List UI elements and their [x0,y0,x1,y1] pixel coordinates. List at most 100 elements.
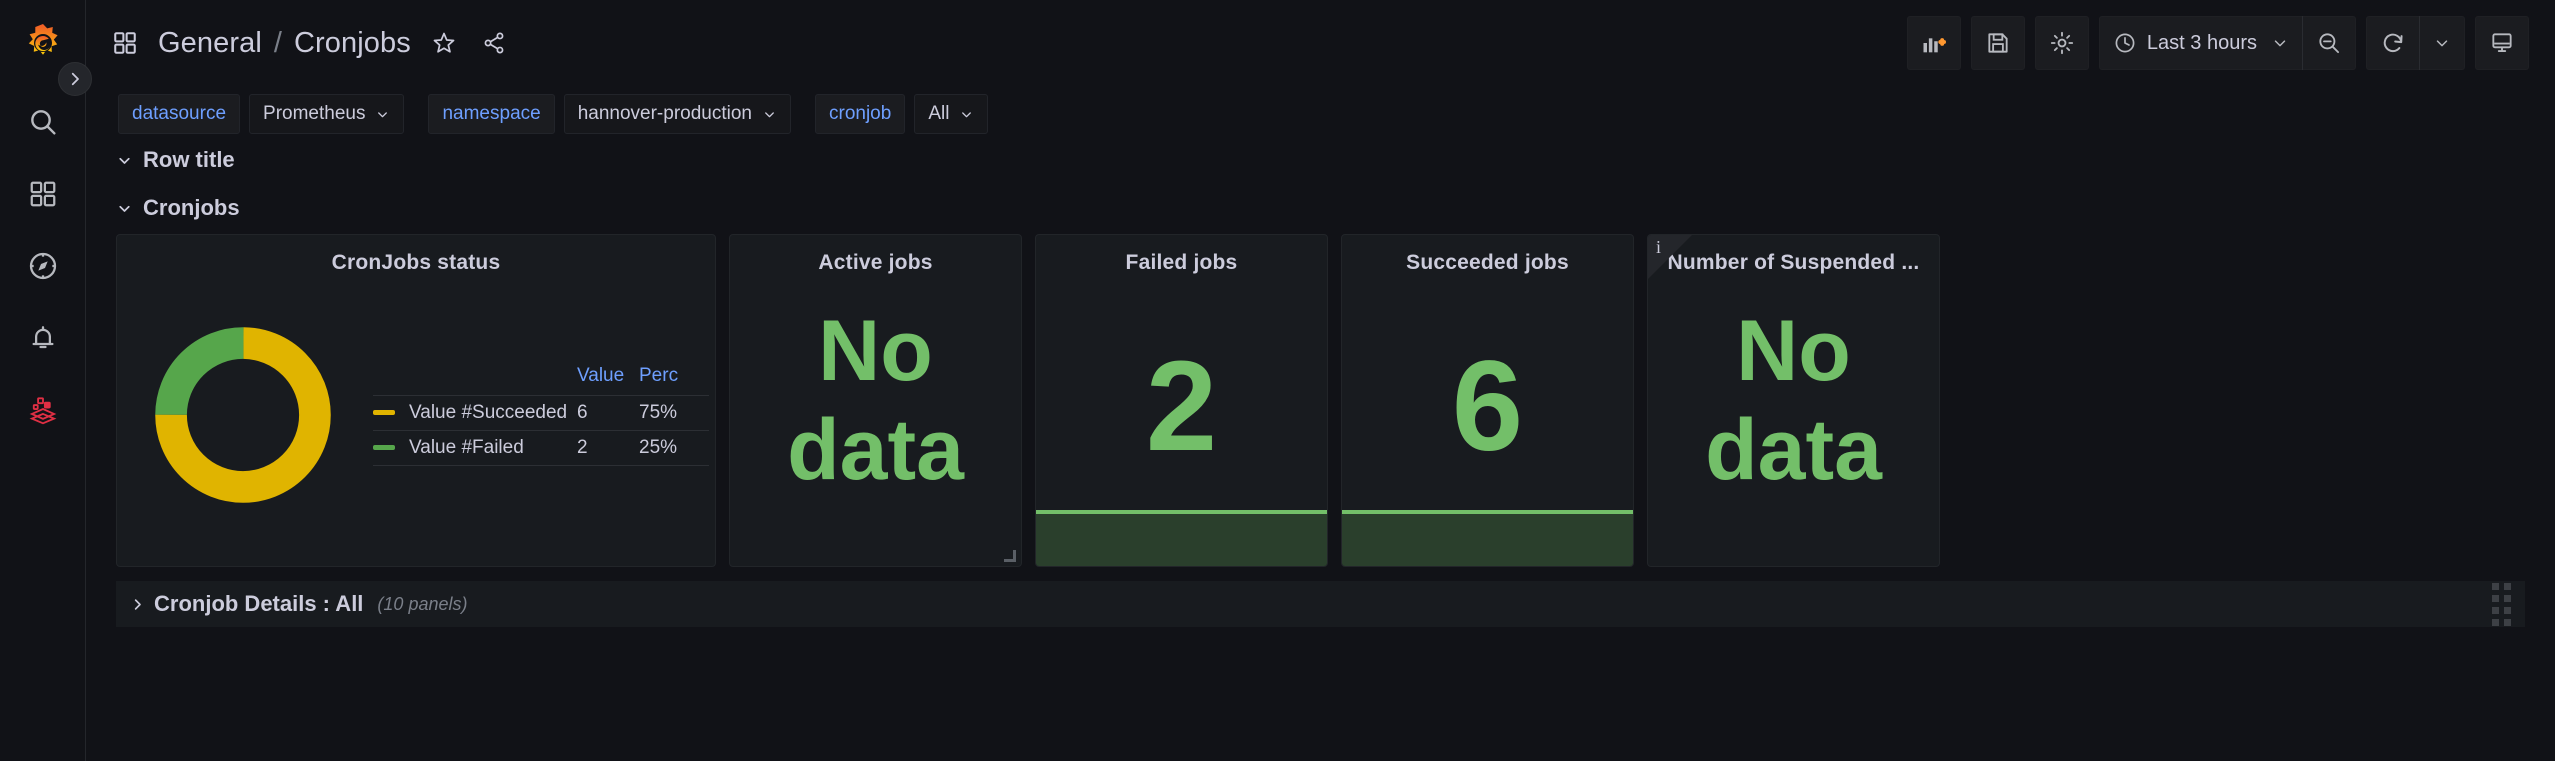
row-title-text: Cronjobs [143,195,240,220]
chevron-down-icon [119,205,130,212]
chevron-down-icon [119,157,130,164]
row-header-cronjobs[interactable]: Cronjobs [104,190,2537,226]
time-picker-button[interactable]: Last 3 hours [2100,16,2302,70]
chevron-right-icon [134,598,141,610]
legend-series-value: 2 [577,436,588,458]
legend-row[interactable]: Value #Succeeded 6 75% [373,396,709,431]
save-floppy-icon [1988,33,2008,53]
variable-cronjob-label: cronjob [815,94,906,134]
panel-title: Failed jobs [1125,251,1238,274]
sidebar-item-search[interactable] [0,86,86,158]
chevron-down-icon [378,111,388,117]
info-i-icon: i [1656,237,1662,257]
time-range-group: Last 3 hours [2098,16,2356,70]
row-header-row-title[interactable]: Row title [104,142,2537,178]
share-nodes-icon [484,32,504,54]
panel-title: Succeeded jobs [1406,251,1569,274]
time-range-value: Last 3 hours [2146,31,2257,54]
share-button[interactable] [477,26,511,60]
top-navbar: General / Cronjobs Last 3 hours [86,0,2555,86]
chevron-down-icon [962,111,972,117]
zoom-out-time-button[interactable] [2303,16,2355,70]
panel-no-data-text: No data [787,302,964,498]
sidebar-item-explore[interactable] [0,230,86,302]
legend-series-name: Value #Failed [409,436,524,458]
sidebar-expand-toggle[interactable] [58,62,92,96]
breadcrumb-dashboard[interactable]: Cronjobs [294,27,411,60]
tv-kiosk-icon [2492,33,2512,52]
layers-apps-icon [29,397,56,425]
breadcrumb-separator: / [273,26,282,59]
panel-description-corner[interactable] [1648,235,1692,279]
legend-header-row: Value Perc [373,365,709,396]
donut-slice-failed [155,327,331,503]
legend-series-percent: 75% [639,401,678,423]
panel-active-jobs[interactable]: Active jobs No data [729,234,1022,567]
grafana-logo-icon [28,24,58,55]
panel-row-cronjobs: CronJobs status Value Perc Value #Succee… [104,234,2537,567]
panel-title: Active jobs [818,251,933,274]
panel-succeeded-jobs[interactable]: Succeeded jobs 6 [1341,234,1634,567]
zoom-out-icon [2319,33,2340,54]
panel-resize-handle[interactable] [1004,550,1016,562]
donut-legend-table: Value Perc Value #Succeeded 6 75% Value … [363,365,709,466]
row-header-cronjob-details[interactable]: Cronjob Details : All (10 panels) [116,581,2525,627]
chevron-right-icon [71,72,79,86]
chevron-down-icon [765,111,774,117]
star-button[interactable] [427,26,461,60]
refresh-button[interactable] [2367,16,2419,70]
donut-chart [123,320,363,510]
variable-cronjob-picker[interactable]: All [914,94,989,134]
variable-datasource-value: Prometheus [263,103,366,124]
gear-icon [2050,31,2074,55]
panel-cronjobs-status[interactable]: CronJobs status Value Perc Value #Succee… [116,234,716,567]
refresh-group [2366,16,2465,70]
panel-stat-value: 2 [1145,335,1218,479]
variable-cronjob-value: All [928,103,950,124]
sidebar-item-connections[interactable] [0,374,86,446]
panel-title: CronJobs status [331,251,501,274]
legend-header-value[interactable]: Value [577,365,639,387]
panel-sparkline [1036,510,1327,566]
dashboard-settings-button[interactable] [2034,16,2089,70]
variable-namespace: namespace hannover-production [428,94,791,134]
save-dashboard-button[interactable] [1970,16,2025,70]
legend-series-name: Value #Succeeded [409,401,568,423]
panel-stat-value: 6 [1451,335,1524,479]
legend-series-percent: 25% [639,436,678,458]
refresh-interval-dropdown[interactable] [2420,16,2464,70]
panel-suspended-cronjobs[interactable]: i Number of Suspended ... No data [1647,234,1940,567]
sidebar [0,0,86,761]
variable-datasource-label: datasource [118,94,241,134]
legend-series-value: 6 [577,401,588,423]
dashboard-canvas: Row title Cronjobs CronJobs status Value… [86,142,2555,761]
panel-sparkline [1342,510,1633,566]
add-panel-button[interactable] [1906,16,1961,70]
chevron-down-icon [2436,40,2448,47]
sidebar-item-dashboards[interactable] [0,158,86,230]
legend-color-swatch [373,445,395,450]
breadcrumb-folder[interactable]: General [158,27,262,60]
clock-icon [2115,33,2135,53]
panel-failed-jobs[interactable]: Failed jobs 2 [1035,234,1328,567]
row-panel-count: (10 panels) [377,593,468,614]
donut-chart-body: Value Perc Value #Succeeded 6 75% Value … [117,275,715,555]
kiosk-mode-button[interactable] [2475,16,2529,70]
compass-icon [29,252,56,280]
donut-chart-svg [155,327,331,503]
legend-header-percent[interactable]: Perc [639,365,709,387]
variable-namespace-value: hannover-production [577,103,752,124]
variable-namespace-picker[interactable]: hannover-production [563,94,791,134]
row-title-text: Cronjob Details : All [154,591,364,616]
legend-swatch-spacer [373,365,409,387]
legend-row[interactable]: Value #Failed 2 25% [373,431,709,466]
breadcrumb: General / Cronjobs [108,26,511,60]
variable-datasource-picker[interactable]: Prometheus [249,94,405,134]
search-icon [30,110,56,135]
variable-datasource: datasource Prometheus [118,94,405,134]
dashboard-grid-icon [108,26,142,60]
sidebar-item-alerting[interactable] [0,302,86,374]
variable-cronjob: cronjob All [815,94,989,134]
dashboards-grid-icon [30,181,55,207]
row-drag-handle[interactable] [2492,582,2511,626]
